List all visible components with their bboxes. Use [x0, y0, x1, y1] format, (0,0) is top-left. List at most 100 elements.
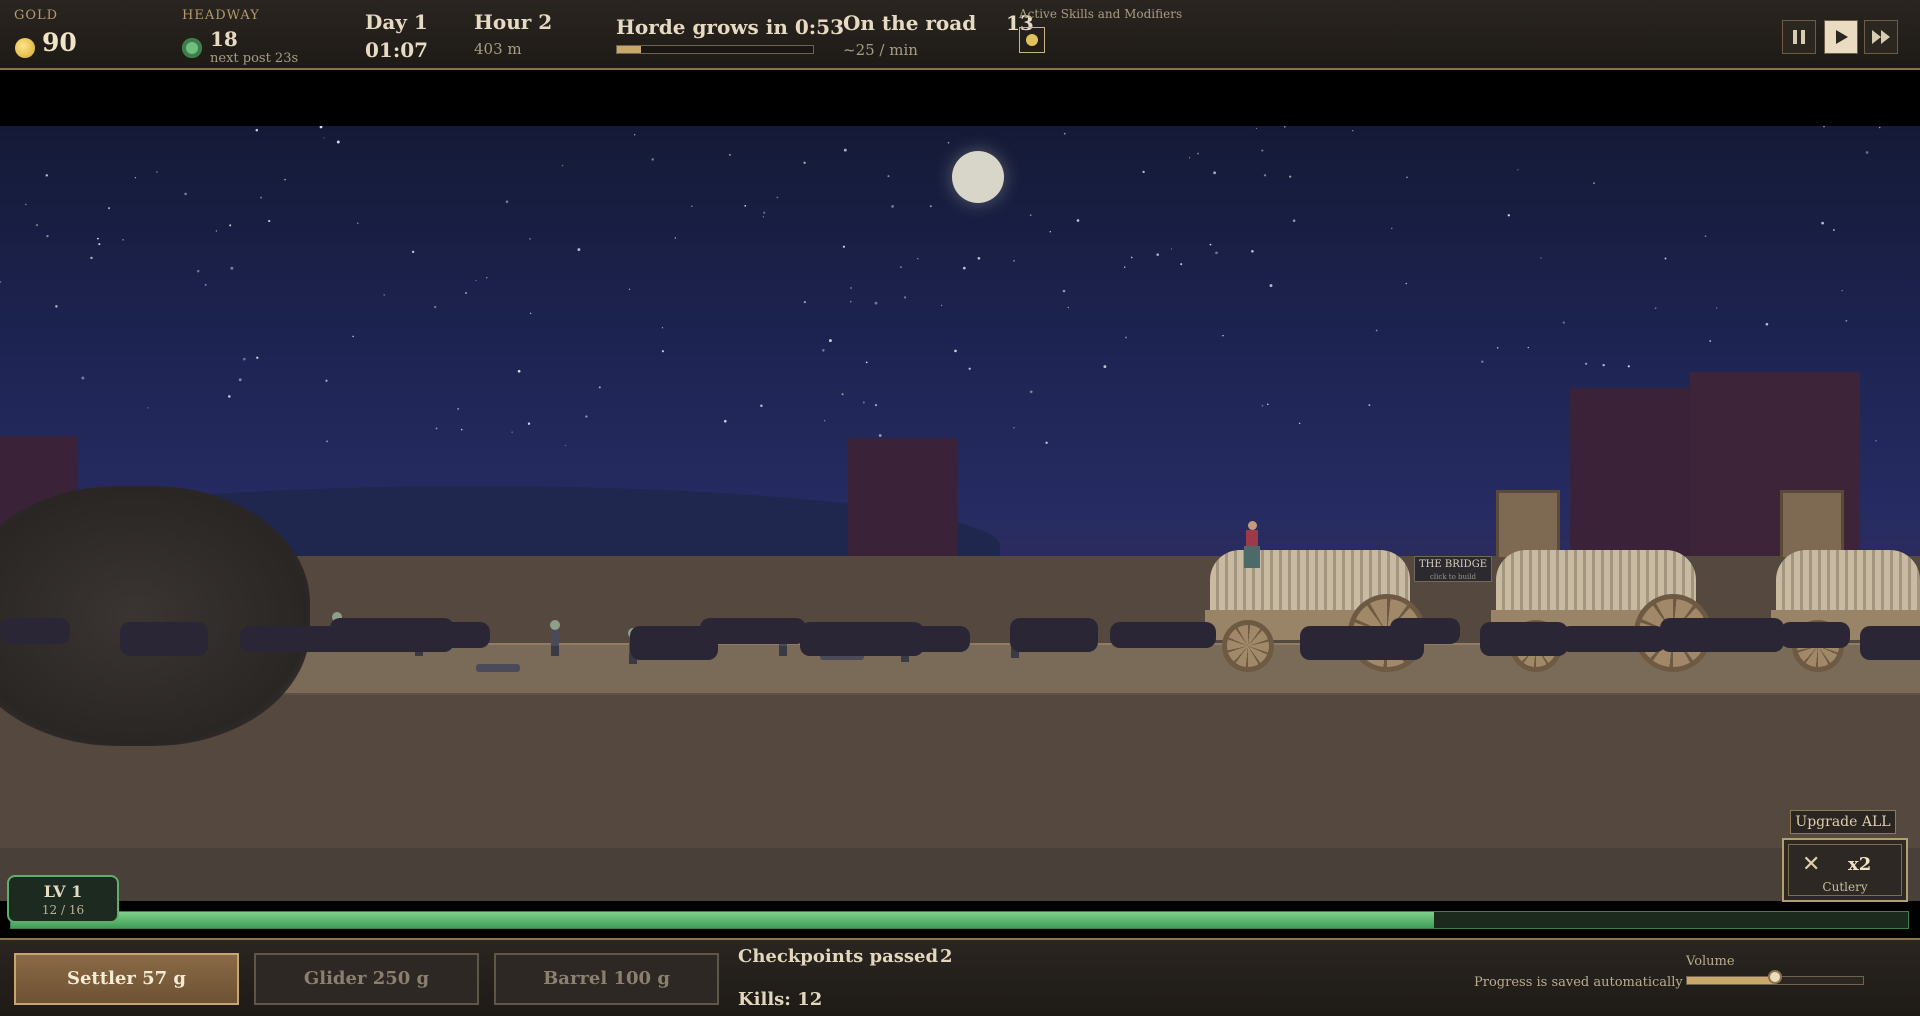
bridge-sign[interactable]: THE BRIDGE click to build: [1414, 556, 1492, 582]
star: [1841, 289, 1843, 292]
star: [822, 349, 825, 352]
star: [55, 305, 58, 308]
clock-value: 01:07: [365, 38, 429, 62]
star: [1062, 289, 1066, 293]
star: [744, 205, 747, 207]
star: [865, 361, 868, 364]
volume-slider-handle[interactable]: [1768, 970, 1782, 984]
buy-barrel-button[interactable]: Barrel 100 g: [494, 953, 719, 1005]
wagon[interactable]: [1200, 550, 1426, 690]
star: [1013, 427, 1015, 429]
star: [1664, 257, 1667, 260]
star: [1879, 126, 1881, 129]
top-hud: GOLD 90 HEADWAY 18 next post 23s Day 1 0…: [0, 0, 1920, 70]
star: [527, 422, 531, 425]
star: [1375, 329, 1378, 332]
star: [874, 301, 878, 305]
star: [1865, 151, 1869, 154]
upgrade-all-button[interactable]: Upgrade ALL: [1790, 810, 1896, 834]
bush: [900, 626, 970, 652]
zombie[interactable]: [548, 620, 562, 656]
star: [325, 379, 328, 382]
wagon[interactable]: [1766, 550, 1920, 690]
buy-settler-button[interactable]: Settler 57 g: [14, 953, 239, 1005]
cutlery-icon: ✕: [1802, 852, 1821, 877]
cutlery-upgrade-card[interactable]: ✕ x2 Cutlery: [1782, 838, 1908, 902]
star: [1406, 176, 1408, 179]
fast-forward-icon: [1872, 30, 1890, 44]
volume-slider-fill: [1687, 977, 1775, 984]
autosave-note: Progress is saved automatically: [1474, 975, 1683, 990]
star: [326, 440, 329, 443]
headway-value: 18: [210, 27, 238, 51]
star: [1292, 219, 1296, 223]
star: [35, 223, 39, 227]
pause-button[interactable]: [1782, 20, 1816, 54]
star: [475, 279, 477, 282]
star: [843, 148, 847, 152]
star: [107, 207, 111, 210]
star: [486, 277, 488, 279]
star: [122, 238, 124, 241]
star: [874, 403, 878, 407]
bush: [1560, 626, 1666, 652]
star: [561, 164, 564, 167]
bush: [120, 622, 208, 656]
star: [457, 407, 460, 410]
star: [962, 266, 966, 270]
gold-coin-icon: [15, 38, 35, 58]
star: [1298, 422, 1301, 425]
black-band: [0, 70, 1920, 126]
star: [763, 211, 766, 214]
buy-glider-button[interactable]: Glider 250 g: [254, 953, 479, 1005]
star: [1704, 235, 1707, 238]
fast-forward-button[interactable]: [1864, 20, 1898, 54]
star: [1368, 404, 1371, 407]
star: [577, 248, 581, 252]
headway-icon: [182, 38, 202, 58]
volume-label: Volume: [1686, 954, 1735, 969]
star: [1188, 157, 1191, 159]
star: [651, 158, 654, 161]
distance-value: 403 m: [474, 40, 522, 58]
bridge-sign-title: THE BRIDGE: [1418, 559, 1487, 570]
star: [823, 419, 826, 422]
star: [1269, 284, 1273, 288]
wagon-wheel: [1222, 620, 1274, 672]
play-button[interactable]: [1824, 20, 1858, 54]
bush: [1010, 618, 1098, 652]
star: [1067, 306, 1070, 309]
star: [954, 349, 957, 353]
star: [268, 219, 271, 223]
star: [435, 427, 438, 430]
star: [1496, 347, 1499, 349]
bush: [1390, 618, 1460, 644]
star: [598, 386, 601, 389]
star: [947, 141, 950, 144]
star: [1709, 340, 1712, 342]
star: [1391, 227, 1393, 230]
horde-progress-fill: [617, 46, 641, 53]
star: [229, 224, 232, 227]
checkpoints-value: 2: [940, 946, 953, 967]
star: [204, 283, 207, 286]
star: [529, 312, 532, 315]
star: [460, 428, 463, 431]
star: [184, 192, 187, 196]
game-scene[interactable]: THE BRIDGE click to build: [0, 126, 1920, 901]
star: [505, 200, 509, 203]
star: [850, 287, 852, 289]
level-xp: 12 / 16: [41, 903, 85, 917]
star: [411, 250, 415, 254]
clock-icon[interactable]: [1019, 27, 1045, 53]
star: [1197, 152, 1200, 155]
star: [1585, 362, 1588, 365]
star: [1255, 127, 1258, 130]
level-badge: LV 1 12 / 16: [7, 875, 119, 923]
star: [1156, 253, 1159, 256]
star: [383, 294, 386, 296]
star: [728, 153, 731, 156]
hour-label: Hour 2: [474, 10, 553, 34]
star: [674, 237, 676, 239]
star: [1261, 149, 1264, 152]
